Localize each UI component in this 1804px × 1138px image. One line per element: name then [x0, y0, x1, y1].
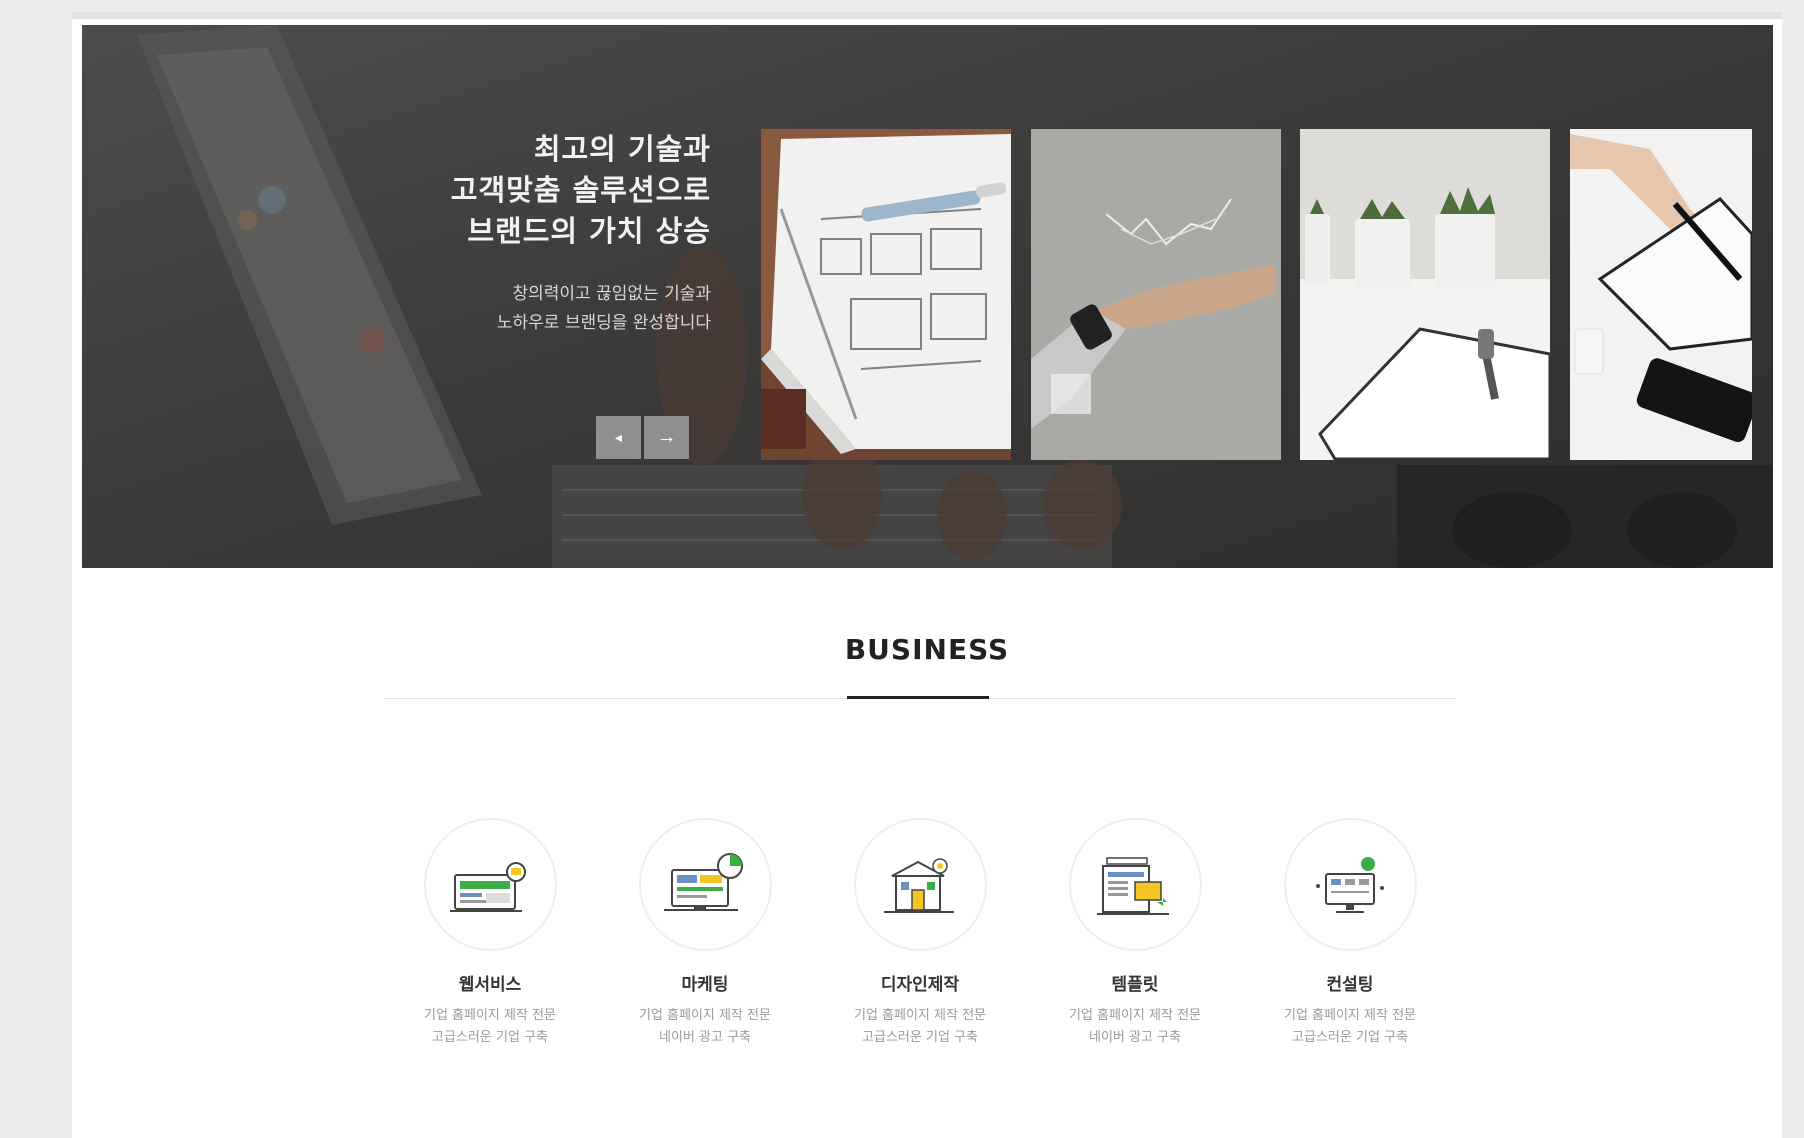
hero-description: 창의력이고 끊임없는 기술과 노하우로 브랜딩을 완성합니다: [496, 284, 711, 333]
service-item-design[interactable]: 디자인제작 기업 홈페이지 제작 전문 고급스러운 기업 구축: [810, 818, 1030, 1049]
service-name: 템플릿: [1111, 975, 1159, 995]
slide-image-notebook[interactable]: [761, 129, 1011, 460]
slide-image-writing[interactable]: [1570, 129, 1752, 460]
service-description: 기업 홈페이지 제작 전문 네이버 광고 구축: [639, 1008, 771, 1045]
prev-arrow-icon: ◂: [614, 429, 623, 445]
slide-image-plants[interactable]: [1300, 129, 1550, 460]
section-title: BUSINESS: [844, 633, 1010, 666]
hero-title: 최고의 기술과 고객맞춤 솔루션으로 브랜드의 가치 상승: [450, 132, 711, 248]
next-arrow-icon: →: [656, 426, 677, 448]
service-item-marketing[interactable]: 마케팅 기업 홈페이지 제작 전문 네이버 광고 구축: [595, 818, 815, 1049]
service-item-consulting[interactable]: 컨설팅 기업 홈페이지 제작 전문 고급스러운 기업 구축: [1240, 818, 1460, 1049]
consulting-icon: [1316, 856, 1384, 913]
slider-next-button[interactable]: →: [644, 416, 689, 459]
slide-image-hand-graph[interactable]: [1031, 129, 1281, 460]
slider-controls: ◂ →: [596, 416, 689, 459]
service-item-web[interactable]: 웹서비스 기업 홈페이지 제작 전문 고급스러운 기업 구축: [380, 818, 600, 1049]
template-icon: [1097, 856, 1169, 915]
service-description: 기업 홈페이지 제작 전문 고급스러운 기업 구축: [424, 1008, 556, 1045]
service-name: 마케팅: [681, 975, 729, 995]
service-item-template[interactable]: 템플릿 기업 홈페이지 제작 전문 네이버 광고 구축: [1025, 818, 1245, 1049]
marketing-icon: [664, 852, 743, 911]
page: 최고의 기술과 고객맞춤 솔루션으로 브랜드의 가치 상승 창의력이고 끊임없는…: [72, 12, 1782, 1138]
slider-prev-button[interactable]: ◂: [596, 416, 641, 459]
service-name: 디자인제작: [880, 975, 960, 995]
service-name: 컨설팅: [1326, 975, 1374, 995]
hero-banner: 최고의 기술과 고객맞춤 솔루션으로 브랜드의 가치 상승 창의력이고 끊임없는…: [82, 25, 1773, 568]
service-description: 기업 홈페이지 제작 전문 네이버 광고 구축: [1069, 1008, 1201, 1045]
hero-copy: 최고의 기술과 고객맞춤 솔루션으로 브랜드의 가치 상승 창의력이고 끊임없는…: [451, 129, 711, 338]
web-service-icon: [450, 861, 526, 912]
service-description: 기업 홈페이지 제작 전문 고급스러운 기업 구축: [854, 1008, 986, 1045]
design-icon: [884, 857, 954, 913]
section-title-underline: [847, 696, 989, 699]
service-name: 웹서비스: [458, 975, 522, 995]
service-description: 기업 홈페이지 제작 전문 고급스러운 기업 구축: [1284, 1008, 1416, 1045]
